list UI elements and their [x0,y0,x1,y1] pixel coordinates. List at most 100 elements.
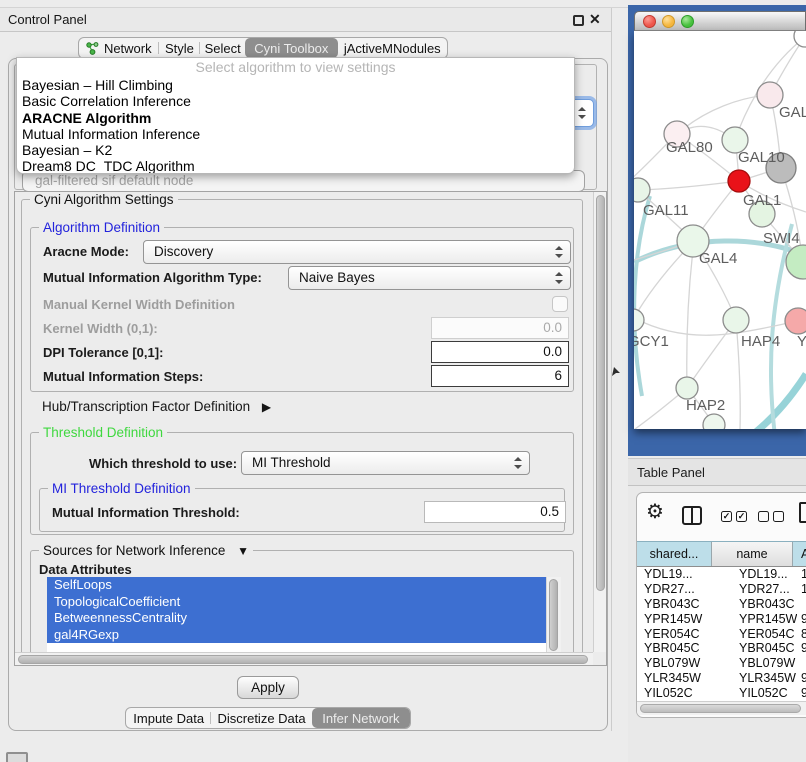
tab-cyni-toolbox[interactable]: Cyni Toolbox [245,38,338,58]
tab-discretize-data[interactable]: Discretize Data [211,708,311,728]
mi-threshold-label: Mutual Information Threshold: [52,505,240,521]
column-header-shared-name[interactable]: shared... [637,542,712,566]
network-node[interactable] [634,309,644,331]
settings-content: Cyni Algorithm Settings Algorithm Defini… [16,193,593,652]
manual-kernel-checkbox[interactable] [552,296,568,312]
network-view-canvas[interactable]: GALGAL80GAL10GAL1GAL11SWI4GAL4GCY1HAP4YH… [634,31,806,429]
tab-label: jActiveMNodules [344,41,441,56]
group-title: Threshold Definition [39,425,167,440]
table-cell: YER054C [644,627,710,642]
deselect-checkbox-icon[interactable] [773,511,784,522]
node-label: GAL10 [738,149,785,166]
settings-horizontal-scrollbar[interactable] [15,652,593,665]
data-attribute-item[interactable]: SelfLoops [47,577,546,594]
dpi-tolerance-label: DPI Tolerance [0,1]: [43,345,163,361]
column-header-partial[interactable]: A [793,542,806,566]
settings-vertical-scrollbar[interactable] [593,192,606,652]
combo-value: Naive Bayes [299,267,570,289]
table-cell: 9. [801,671,806,686]
algorithm-option[interactable]: Dream8 DC_TDC Algorithm [17,158,574,174]
application-window: Control Panel ✕ Network Style Select Cyn… [0,0,806,762]
network-edge [716,374,806,429]
list-scrollbar[interactable] [546,577,561,652]
sources-expander[interactable]: Sources for Network Inference ▼ [39,543,253,559]
data-attribute-item[interactable]: BetweennessCentrality [47,610,546,627]
table-row[interactable]: YPR145WYPR145W9. [637,612,806,627]
aracne-mode-combobox[interactable]: Discovery [143,240,571,264]
algorithm-option[interactable]: Mutual Information Inference [17,126,574,142]
group-title: Algorithm Definition [39,220,164,235]
close-icon[interactable]: ✕ [589,11,601,28]
tab-jactivemnodules[interactable]: jActiveMNodules [338,38,447,58]
apply-button[interactable]: Apply [237,676,299,699]
network-node[interactable] [785,308,806,334]
minimize-window-icon[interactable] [662,15,675,28]
tab-select[interactable]: Select [200,38,245,58]
table-row[interactable]: YBL079WYBL079W [637,656,806,671]
algorithm-option[interactable]: Bayesian – K2 [17,142,574,158]
mi-threshold-group: MI Threshold Definition Mutual Informati… [39,488,565,532]
which-threshold-combobox[interactable]: MI Threshold [241,451,530,475]
table-row[interactable]: YDR27...YDR27...12 [637,582,806,597]
network-node[interactable] [728,170,750,192]
table-cell: 8. [801,627,806,642]
network-node[interactable] [676,377,698,399]
dpi-tolerance-field[interactable]: 0.0 [431,341,569,363]
table-cell: 13 [801,567,806,582]
deselect-checkbox-icon[interactable] [758,511,769,522]
data-attribute-item[interactable]: gal4RGexp [47,627,546,644]
settings-scrollpane: Cyni Algorithm Settings Algorithm Defini… [14,191,607,666]
algorithm-option[interactable]: ARACNE Algorithm [17,110,574,126]
network-edge [638,181,739,190]
page-icon[interactable] [799,502,806,523]
node-label: Y [797,333,806,350]
zoom-window-icon[interactable] [681,15,694,28]
float-window-icon[interactable] [573,15,584,26]
expander-expanded-icon: ▼ [237,544,249,558]
select-all-checkbox-icon[interactable]: ✓ [736,511,747,522]
mi-threshold-field[interactable]: 0.5 [424,501,566,523]
table-horizontal-scrollbar[interactable] [637,701,806,715]
table-row[interactable]: YBR045CYBR045C9. [637,641,806,656]
tab-infer-network[interactable]: Infer Network [312,708,410,728]
tab-style[interactable]: Style [159,38,201,58]
select-all-checkbox-icon[interactable]: ✓ [721,511,732,522]
control-panel-titlebar: Control Panel ✕ [0,8,612,32]
network-edge [687,241,694,388]
expander-label: Hub/Transcription Factor Definition [42,399,250,414]
table-cell: YIL052C [644,686,710,701]
collapsed-panel-icon[interactable] [6,752,28,762]
kernel-width-field[interactable]: 0.0 [431,317,569,339]
hub-definition-expander[interactable]: Hub/Transcription Factor Definition ▶ [42,399,271,414]
table-row[interactable]: YLR345WYLR345W9. [637,671,806,686]
tab-network[interactable]: Network [79,38,159,58]
tab-label: Infer Network [322,711,399,726]
network-node[interactable] [703,414,725,429]
scrollbar-thumb[interactable] [549,579,558,651]
scrollbar-thumb[interactable] [640,704,801,713]
table-row[interactable]: YBR043CYBR043C [637,597,806,612]
table-settings-gear-icon[interactable]: ⚙ [646,502,664,522]
scrollbar-thumb[interactable] [18,655,588,664]
algorithm-option[interactable]: Basic Correlation Inference [17,93,574,109]
mi-steps-field[interactable]: 6 [431,365,569,387]
split-columns-icon[interactable] [682,506,702,525]
data-attribute-item[interactable]: TopologicalCoefficient [47,594,546,611]
column-header-name[interactable]: name [712,542,793,566]
algorithm-option[interactable]: Bayesian – Hill Climbing [17,77,574,93]
combo-value: Discovery [154,241,570,263]
expander-label: Sources for Network Inference [43,543,225,558]
table-row[interactable]: YDL19...YDL19...13 [637,567,806,582]
table-cell: YBL079W [739,656,797,671]
scrollbar-thumb[interactable] [596,195,605,591]
tab-impute-data[interactable]: Impute Data [126,708,211,728]
splitter-cursor-icon [611,367,621,377]
node-label: GAL4 [699,250,737,267]
table-row[interactable]: YIL052CYIL052C9. [637,686,806,701]
table-cell: YLR345W [739,671,797,686]
close-window-icon[interactable] [643,15,656,28]
mi-type-combobox[interactable]: Naive Bayes [288,266,571,290]
network-node[interactable] [723,307,749,333]
network-window-titlebar[interactable] [634,11,806,31]
table-row[interactable]: YER054CYER054C8. [637,627,806,642]
